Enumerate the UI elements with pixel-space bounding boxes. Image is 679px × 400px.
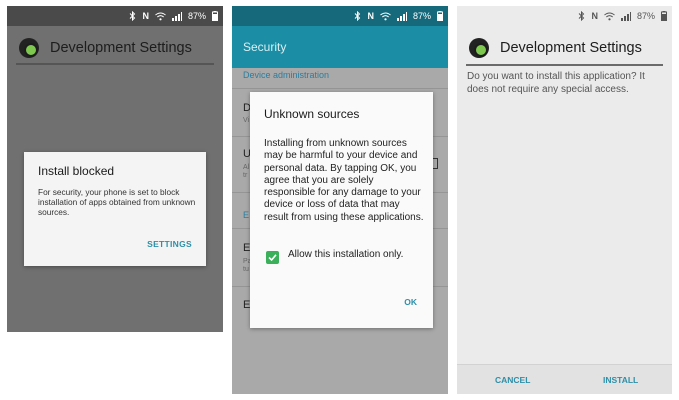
- bluetooth-icon: [578, 11, 585, 21]
- unknown-sources-dialog: Unknown sources Installing from unknown …: [250, 92, 433, 328]
- wifi-icon: [155, 12, 166, 21]
- header-divider: [466, 64, 663, 66]
- battery-icon: [661, 11, 667, 21]
- screen-security: N 87% Security Device administration D V…: [232, 6, 448, 394]
- allow-once-row[interactable]: Allow this installation only.: [266, 249, 408, 264]
- app-logo-icon: [469, 38, 489, 58]
- install-button[interactable]: INSTALL: [603, 375, 638, 385]
- install-blocked-dialog: Install blocked For security, your phone…: [24, 152, 206, 266]
- battery-percent: 87%: [187, 11, 206, 21]
- list-item-subtitle: Vi: [243, 117, 250, 124]
- dialog-title: Unknown sources: [264, 107, 360, 121]
- battery-percent: 87%: [412, 11, 431, 21]
- list-item-subtitle: Al: [243, 164, 250, 171]
- battery-percent: 87%: [636, 11, 655, 21]
- ok-button[interactable]: OK: [404, 297, 417, 307]
- screen-install-blocked: N 87% Development Settings Install block…: [7, 6, 223, 394]
- wifi-icon: [380, 12, 391, 21]
- nfc-icon: N: [591, 11, 598, 21]
- allow-once-checkbox[interactable]: [266, 251, 279, 264]
- signal-icon: [620, 11, 631, 21]
- app-logo-icon: [19, 38, 39, 58]
- header-divider: [16, 63, 214, 65]
- list-divider: [232, 88, 448, 89]
- dialog-title: Install blocked: [38, 164, 115, 178]
- battery-icon: [212, 11, 218, 21]
- install-prompt-message: Do you want to install this application?…: [467, 71, 645, 95]
- nfc-icon: N: [367, 11, 374, 21]
- status-bar: N 87%: [7, 6, 223, 26]
- app-title: Development Settings: [500, 40, 642, 56]
- wifi-icon: [604, 12, 615, 21]
- signal-icon: [396, 11, 407, 21]
- section-header: E: [243, 210, 250, 220]
- cancel-button[interactable]: CANCEL: [495, 375, 530, 385]
- status-bar: N 87%: [232, 6, 448, 26]
- check-icon: [268, 254, 277, 262]
- security-toolbar: Security: [232, 26, 448, 68]
- app-title: Development Settings: [50, 40, 192, 56]
- dialog-message: Installing from unknown sources may be h…: [264, 138, 424, 223]
- list-item-subtitle: tu: [243, 266, 249, 273]
- action-bar: CANCEL INSTALL: [457, 364, 672, 394]
- section-header-device-admin: Device administration: [243, 70, 330, 80]
- battery-icon: [437, 11, 443, 21]
- dialog-message: For security, your phone is set to block…: [38, 187, 196, 217]
- nfc-icon: N: [142, 11, 149, 21]
- screen-install-confirm: N 87% Development Settings Do you want t…: [457, 6, 672, 394]
- bluetooth-icon: [129, 11, 136, 21]
- allow-once-label: Allow this installation only.: [288, 249, 404, 260]
- status-bar: N 87%: [457, 6, 672, 26]
- bluetooth-icon: [354, 11, 361, 21]
- settings-button[interactable]: SETTINGS: [147, 239, 192, 249]
- signal-icon: [171, 11, 182, 21]
- list-item-subtitle: tr: [243, 172, 248, 179]
- toolbar-title: Security: [243, 40, 287, 54]
